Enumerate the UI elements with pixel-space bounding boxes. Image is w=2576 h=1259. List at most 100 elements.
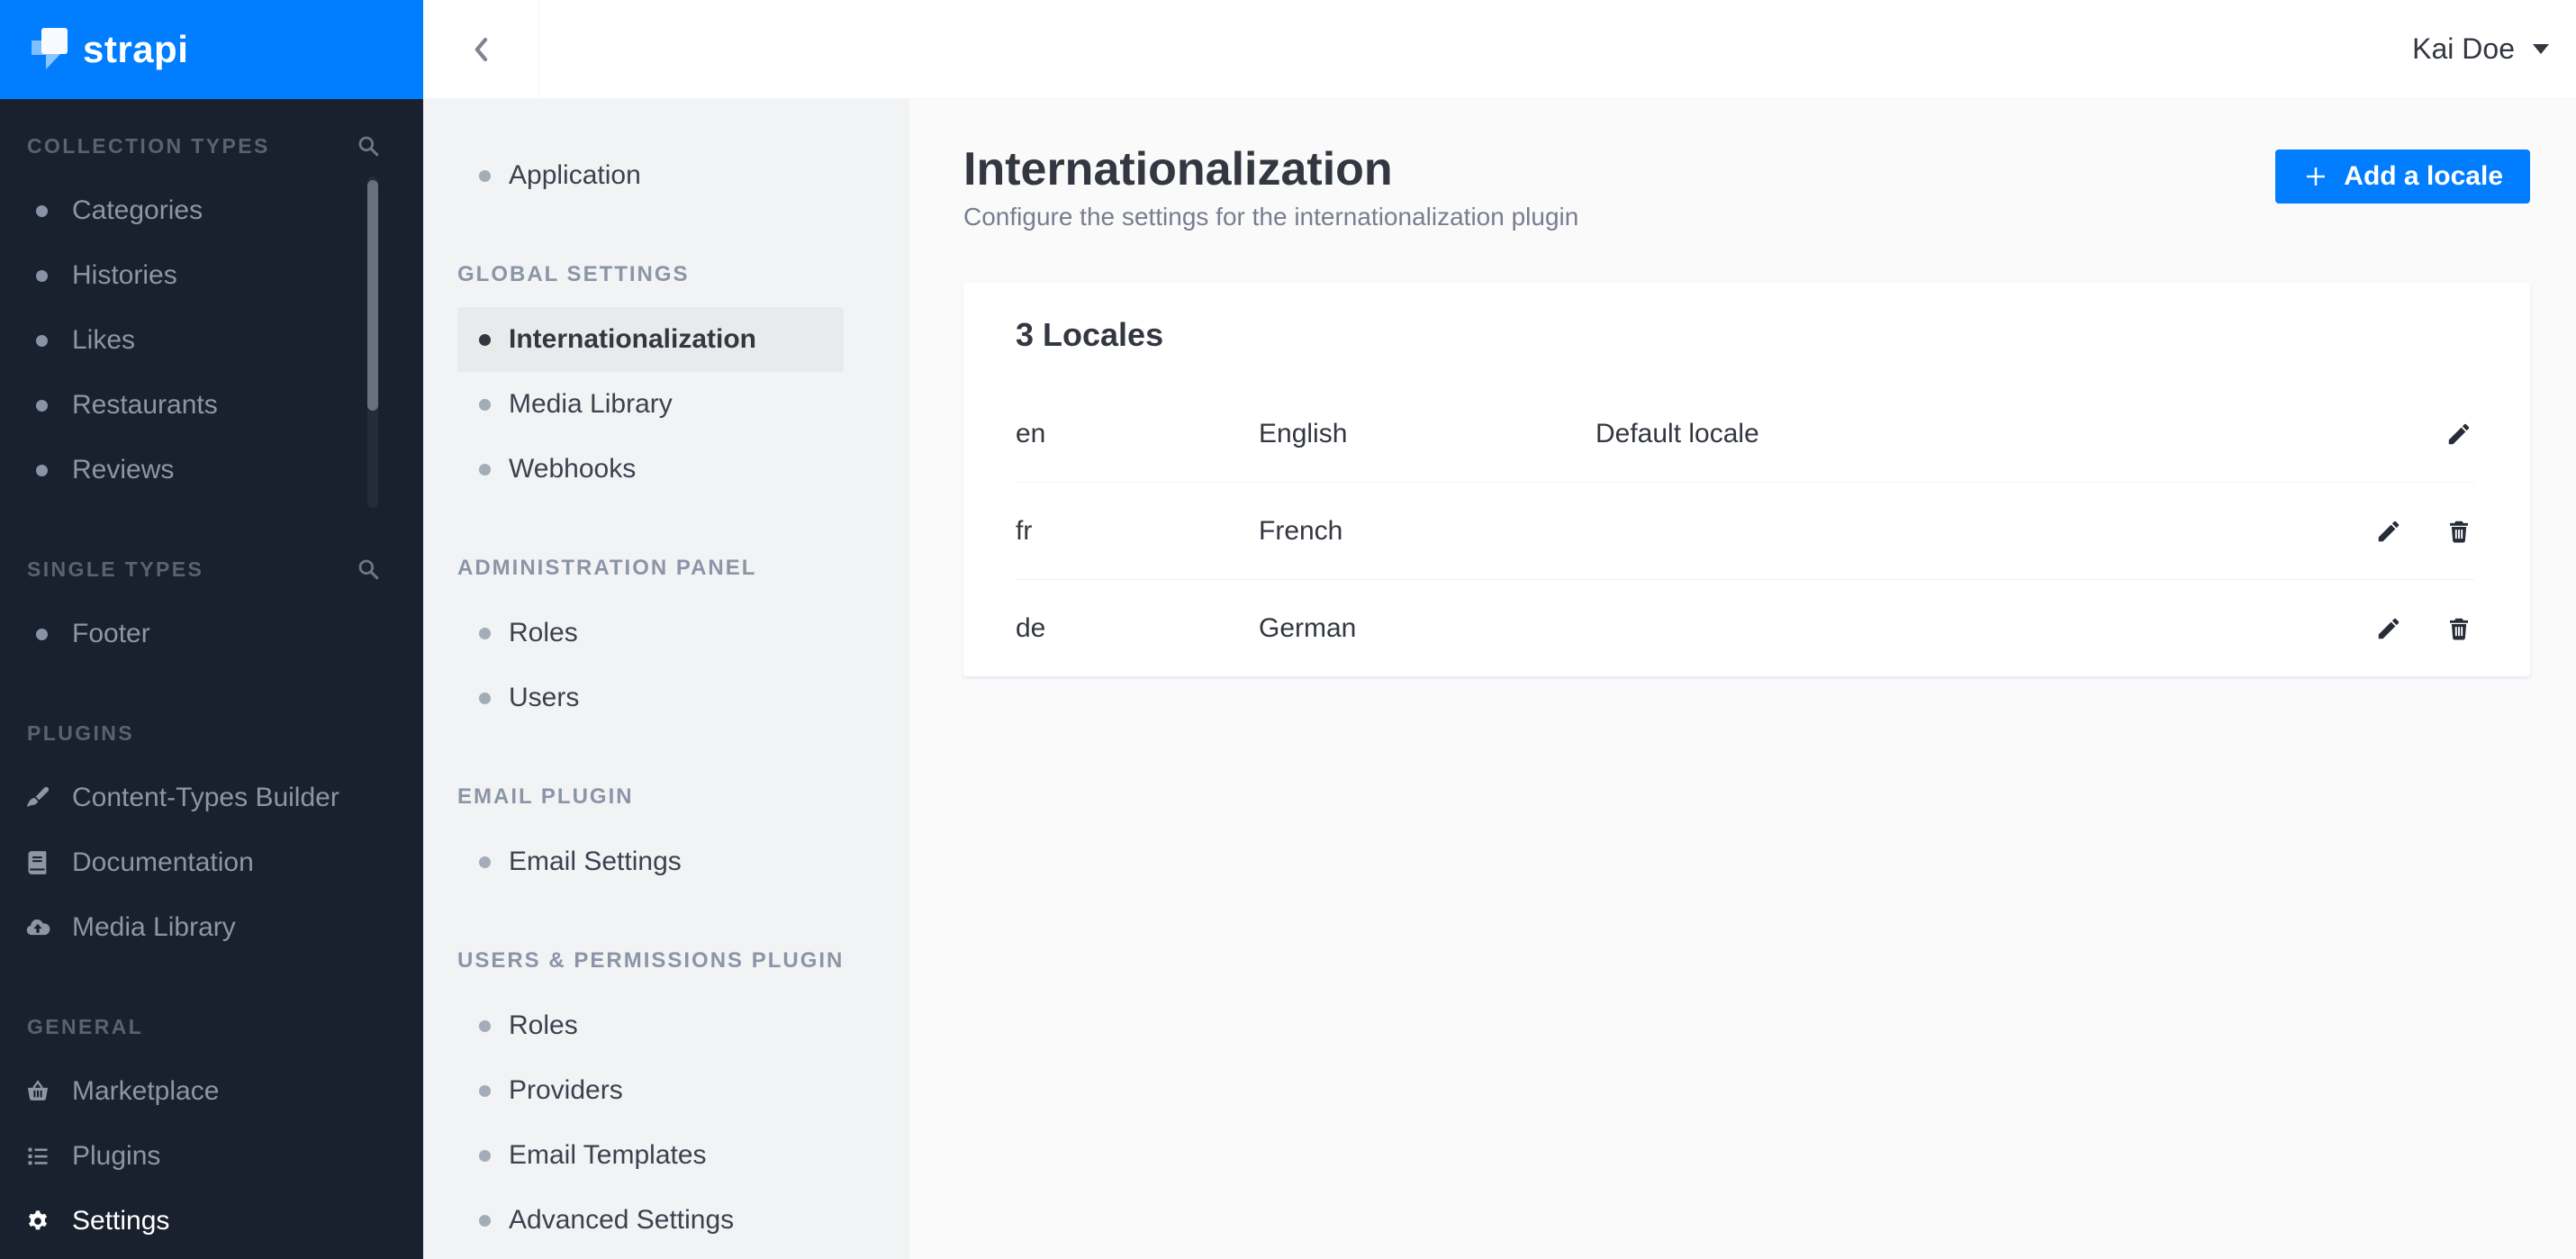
nav-section-collection-types: COLLECTION TYPES Categories Histories Li… (0, 113, 423, 503)
pencil-icon (2378, 521, 2400, 541)
search-icon[interactable] (357, 557, 380, 581)
locale-code: fr (1016, 515, 1033, 546)
locale-default-label: Default locale (1595, 418, 1759, 448)
search-icon[interactable] (357, 134, 380, 158)
settings-item-admin-roles[interactable]: Roles (457, 601, 844, 666)
locale-name: German (1259, 612, 1357, 643)
settings-item-webhooks[interactable]: Webhooks (457, 437, 844, 502)
sidebar-item-likes[interactable]: Likes (0, 308, 423, 373)
locale-row-en[interactable]: en English Default locale (963, 385, 2530, 482)
settings-item-up-roles[interactable]: Roles (457, 993, 844, 1058)
settings-item-application[interactable]: Application (457, 143, 844, 208)
sidebar-item-media-library[interactable]: Media Library (0, 895, 423, 960)
bullet-dot-icon (479, 463, 491, 476)
add-locale-button[interactable]: Add a locale (2275, 149, 2530, 204)
strapi-logo-icon (32, 28, 68, 69)
email-plugin-header: EMAIL PLUGIN (457, 784, 634, 809)
settings-sidebar: Application GLOBAL SETTINGS Internationa… (423, 99, 909, 1259)
user-name: Kai Doe (2412, 32, 2515, 65)
bullet-dot-icon (479, 1084, 491, 1097)
global-settings-header: GLOBAL SETTINGS (457, 262, 690, 286)
logo-wordmark: strapi (83, 28, 189, 70)
list-icon (28, 1147, 48, 1165)
sidebar-item-marketplace[interactable]: Marketplace (0, 1059, 423, 1124)
sidebar-item-documentation[interactable]: Documentation (0, 830, 423, 895)
locales-table: en English Default locale fr French de G… (963, 385, 2530, 676)
locale-actions (2444, 419, 2474, 449)
locale-code: de (1016, 612, 1046, 643)
section-label: PLUGINS (27, 720, 135, 745)
settings-item-providers[interactable]: Providers (457, 1058, 844, 1123)
bullet-dot-icon (479, 692, 491, 704)
cloud-upload-icon (26, 919, 50, 936)
chevron-left-icon (475, 37, 488, 61)
section-label: SINGLE TYPES (27, 557, 204, 581)
settings-item-advanced-settings[interactable]: Advanced Settings (457, 1188, 844, 1253)
nav-section-general: GENERAL Marketplace Plugins Settings (0, 994, 423, 1254)
bullet-dot-icon (479, 1019, 491, 1032)
gear-icon (28, 1210, 48, 1230)
sidebar-item-reviews[interactable]: Reviews (0, 438, 423, 503)
bullet-dot-icon (36, 204, 48, 217)
locale-row-de[interactable]: de German (963, 580, 2530, 676)
basket-icon (27, 1080, 49, 1100)
settings-item-internationalization[interactable]: Internationalization (457, 307, 844, 372)
bullet-dot-icon (479, 398, 491, 411)
locale-name: English (1259, 418, 1348, 448)
topbar: Kai Doe (423, 0, 2576, 99)
sidebar-item-content-types-builder[interactable]: Content-Types Builder (0, 765, 423, 830)
bullet-dot-icon (36, 399, 48, 412)
general-header: GENERAL (0, 994, 423, 1059)
sidebar-scrollbar-thumb[interactable] (367, 180, 378, 411)
locale-code: en (1016, 418, 1046, 448)
book-icon (28, 851, 47, 874)
bullet-dot-icon (36, 464, 48, 476)
locales-card-header: 3 Locales (963, 283, 2530, 355)
bullet-dot-icon (36, 628, 48, 640)
main-navigation: COLLECTION TYPES Categories Histories Li… (0, 99, 423, 1254)
page-subtitle: Configure the settings for the internati… (963, 203, 1579, 231)
caret-down-icon (2533, 44, 2549, 54)
section-label: GENERAL (27, 1014, 144, 1038)
page-title: Internationalization (963, 143, 1393, 195)
user-menu[interactable]: Kai Doe (2412, 32, 2549, 66)
sidebar-item-plugins[interactable]: Plugins (0, 1124, 423, 1189)
sidebar-item-footer[interactable]: Footer (0, 602, 423, 666)
delete-locale-button[interactable] (2444, 516, 2474, 547)
pencil-icon (2448, 423, 2470, 444)
locale-row-fr[interactable]: fr French (963, 483, 2530, 579)
back-button[interactable] (423, 0, 539, 98)
strapi-logo[interactable]: strapi (0, 0, 423, 99)
bullet-dot-icon (36, 334, 48, 347)
edit-locale-button[interactable] (2373, 516, 2404, 547)
sidebar-item-settings[interactable]: Settings (0, 1189, 423, 1254)
delete-locale-button[interactable] (2444, 613, 2474, 644)
section-label: COLLECTION TYPES (27, 133, 270, 158)
settings-item-email-settings[interactable]: Email Settings (457, 829, 844, 894)
sidebar-item-histories[interactable]: Histories (0, 243, 423, 308)
settings-item-media-library[interactable]: Media Library (457, 372, 844, 437)
settings-item-admin-users[interactable]: Users (457, 666, 844, 730)
page-header: Internationalization Configure the setti… (963, 144, 2530, 232)
bullet-dot-icon (479, 333, 491, 346)
plus-icon (2307, 168, 2326, 186)
main-content: Internationalization Configure the setti… (909, 99, 2576, 1259)
sidebar-item-restaurants[interactable]: Restaurants (0, 373, 423, 438)
edit-locale-button[interactable] (2373, 613, 2404, 644)
sidebar-item-categories[interactable]: Categories (0, 178, 423, 243)
bullet-dot-icon (479, 169, 491, 182)
bullet-dot-icon (479, 1149, 491, 1162)
pencil-icon (2378, 618, 2400, 639)
edit-locale-button[interactable] (2444, 419, 2474, 449)
users-permissions-plugin-header: USERS & PERMISSIONS PLUGIN (457, 948, 845, 973)
paintbrush-icon (27, 786, 50, 807)
bullet-dot-icon (479, 856, 491, 868)
main-sidebar: strapi COLLECTION TYPES Categories Histo… (0, 0, 423, 1259)
bullet-dot-icon (479, 1214, 491, 1227)
administration-panel-header: ADMINISTRATION PANEL (457, 556, 757, 580)
nav-section-single-types: SINGLE TYPES Footer (0, 537, 423, 666)
bullet-dot-icon (36, 269, 48, 282)
settings-item-email-templates[interactable]: Email Templates (457, 1123, 844, 1188)
locales-card: 3 Locales en English Default locale fr F… (963, 283, 2530, 676)
trash-icon (2450, 521, 2468, 542)
